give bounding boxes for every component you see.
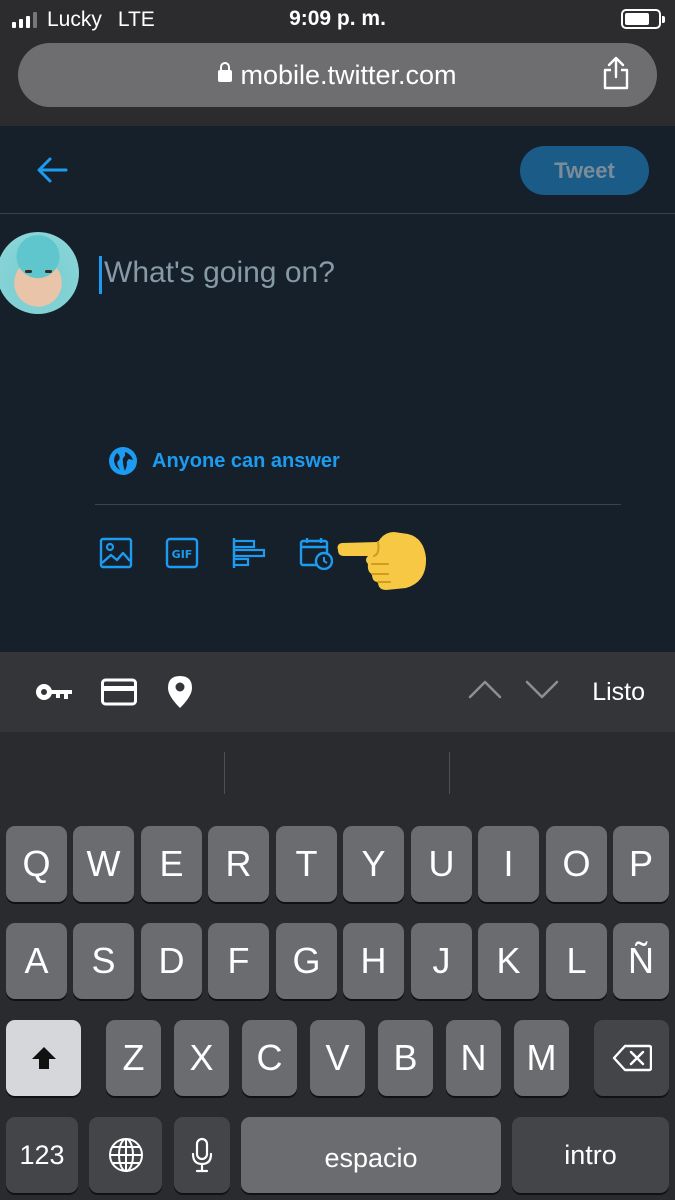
address-bar[interactable]: mobile.twitter.com (18, 43, 657, 107)
done-button[interactable]: Listo (592, 678, 645, 707)
key-l[interactable]: L (546, 923, 607, 999)
key-z[interactable]: Z (106, 1020, 161, 1096)
image-icon[interactable] (99, 536, 133, 570)
key-icon[interactable] (34, 680, 74, 704)
back-arrow-icon[interactable] (36, 156, 68, 184)
reply-setting[interactable]: Anyone can answer (108, 446, 340, 476)
key-k[interactable]: K (478, 923, 539, 999)
location-pin-icon[interactable] (166, 674, 194, 710)
tweet-button[interactable]: Tweet (520, 146, 649, 195)
globe-icon (109, 447, 137, 475)
compose-divider (95, 504, 621, 505)
shift-key[interactable] (6, 1020, 81, 1096)
key-v[interactable]: V (310, 1020, 365, 1096)
key-j[interactable]: J (411, 923, 472, 999)
compose-tweet-screen: Tweet What's going on? Anyone can answer… (0, 126, 675, 652)
key-enye[interactable]: Ñ (613, 923, 669, 999)
chevron-up-icon[interactable] (468, 678, 502, 700)
header-divider (0, 213, 675, 214)
key-h[interactable]: H (343, 923, 404, 999)
key-p[interactable]: P (613, 826, 669, 902)
key-g[interactable]: G (276, 923, 337, 999)
key-e[interactable]: E (141, 826, 202, 902)
clock: 9:09 p. m. (289, 7, 386, 30)
return-key[interactable]: intro (512, 1117, 669, 1193)
keyboard: Q W E R T Y U I O P A S D F G H J K L Ñ … (0, 732, 675, 1200)
key-s[interactable]: S (73, 923, 134, 999)
browser-chrome: Lucky LTE 9:09 p. m. mobile.twitter.com (0, 0, 675, 126)
lock-icon (218, 62, 233, 82)
key-w[interactable]: W (73, 826, 134, 902)
dictation-key[interactable] (174, 1117, 230, 1193)
key-i[interactable]: I (478, 826, 539, 902)
key-u[interactable]: U (411, 826, 472, 902)
globe-key[interactable] (89, 1117, 162, 1193)
gif-icon[interactable]: GIF (165, 536, 199, 570)
reply-setting-label: Anyone can answer (152, 449, 340, 472)
battery-icon (621, 9, 665, 29)
key-y[interactable]: Y (343, 826, 404, 902)
status-bar: Lucky LTE 9:09 p. m. (0, 0, 675, 38)
credit-card-icon[interactable] (101, 678, 137, 706)
backspace-icon (612, 1044, 652, 1072)
key-t[interactable]: T (276, 826, 337, 902)
key-n[interactable]: N (446, 1020, 501, 1096)
key-o[interactable]: O (546, 826, 607, 902)
keyboard-accessory-bar: Listo (0, 652, 675, 732)
key-r[interactable]: R (208, 826, 269, 902)
url-text: mobile.twitter.com (240, 60, 457, 90)
svg-text:GIF: GIF (172, 548, 193, 561)
share-icon[interactable] (601, 55, 631, 91)
tweet-text-input[interactable]: What's going on? (104, 256, 335, 290)
key-b[interactable]: B (378, 1020, 433, 1096)
key-x[interactable]: X (174, 1020, 229, 1096)
globe-icon (108, 1138, 143, 1172)
poll-icon[interactable] (232, 536, 266, 570)
key-f[interactable]: F (208, 923, 269, 999)
prediction-divider (449, 752, 450, 794)
numbers-key[interactable]: 123 (6, 1117, 78, 1193)
shift-arrow-icon (31, 1047, 56, 1069)
text-cursor (99, 256, 102, 294)
key-c[interactable]: C (242, 1020, 297, 1096)
microphone-icon (191, 1137, 213, 1173)
key-m[interactable]: M (514, 1020, 569, 1096)
schedule-icon[interactable] (299, 536, 333, 570)
avatar[interactable] (0, 232, 79, 314)
space-key[interactable]: espacio (241, 1117, 501, 1193)
key-a[interactable]: A (6, 923, 67, 999)
pointing-hand-icon (337, 532, 427, 590)
backspace-key[interactable] (594, 1020, 669, 1096)
key-d[interactable]: D (141, 923, 202, 999)
key-q[interactable]: Q (6, 826, 67, 902)
prediction-divider (224, 752, 225, 794)
chevron-down-icon[interactable] (525, 678, 559, 700)
